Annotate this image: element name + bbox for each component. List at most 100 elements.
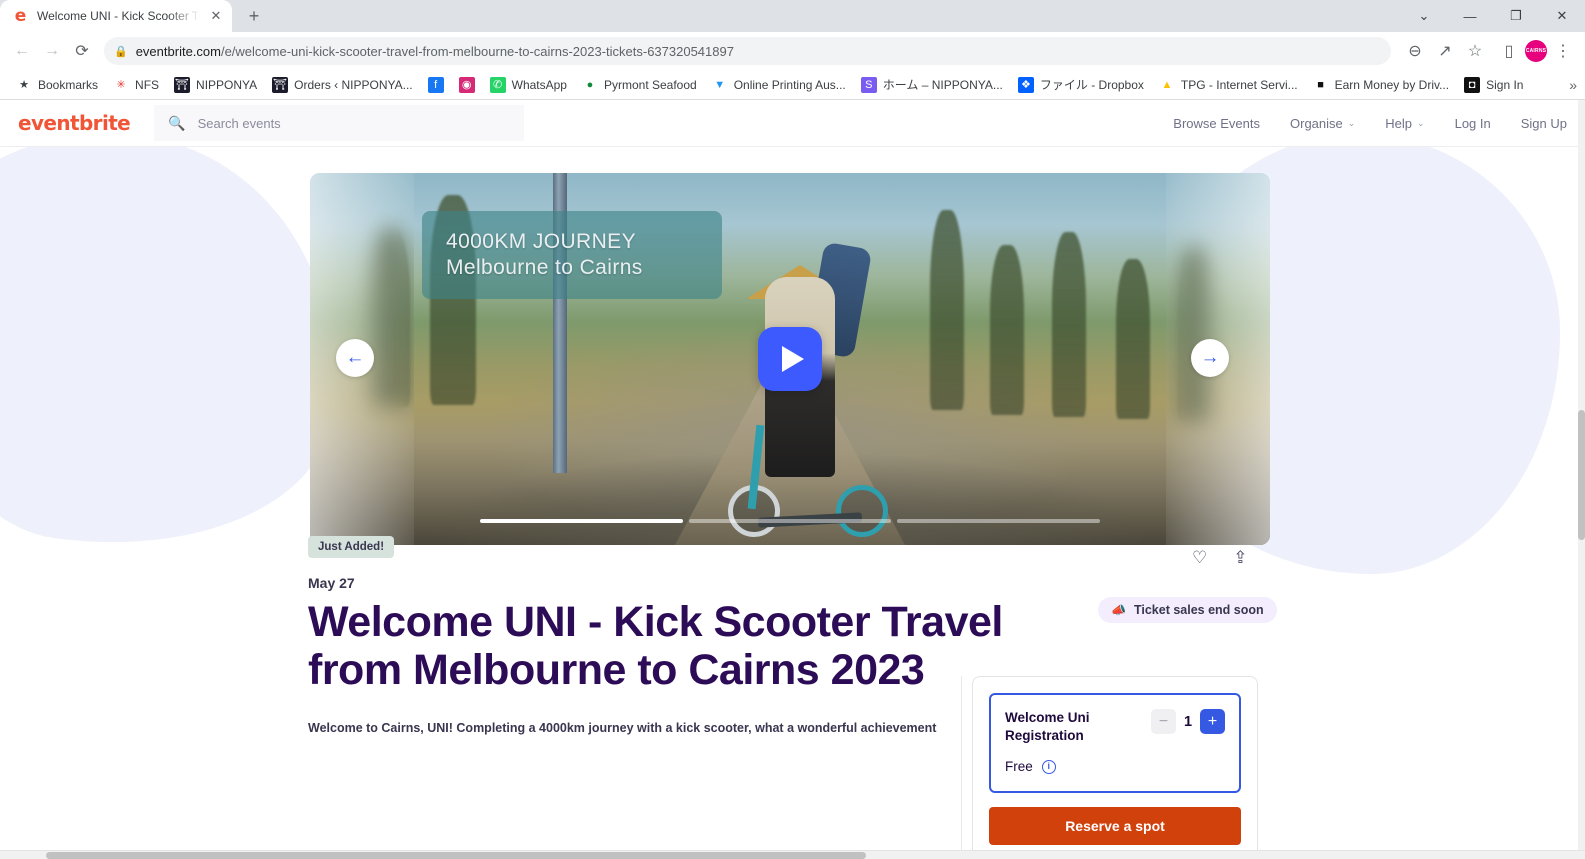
chrome-menu-icon[interactable]: ⋮	[1549, 37, 1577, 65]
bookmark-item[interactable]: ■ Earn Money by Driv...	[1307, 73, 1455, 97]
ticket-tier-top-row: Welcome Uni Registration − 1 +	[1005, 709, 1225, 745]
search-events-box[interactable]: 🔍	[154, 105, 525, 141]
nav-item-label: Log In	[1454, 115, 1491, 131]
ticket-tier-card[interactable]: Welcome Uni Registration − 1 + Free i	[989, 693, 1241, 793]
close-window-button[interactable]: ✕	[1539, 0, 1585, 32]
bookmark-label: Bookmarks	[38, 77, 99, 92]
event-info: Just Added! May 27 Welcome UNI - Kick Sc…	[308, 536, 1008, 735]
nav-item[interactable]: Organise ⌄	[1290, 116, 1355, 131]
page-content: eventbrite 🔍 Browse Events Organise ⌄ Help ⌄…	[0, 100, 1585, 859]
bookmarks-bar: ★ Bookmarks ✳ NFS ⛩ NIPPONYA ⛩ Orders ‹ NIPPONY…	[0, 70, 1585, 100]
event-summary: Welcome to Cairns, UNI! Completing a 400…	[308, 721, 937, 736]
video-progress-segment[interactable]	[480, 519, 683, 523]
horizontal-scrollbar-thumb[interactable]	[46, 852, 866, 859]
search-icon: 🔍	[168, 114, 186, 131]
bookmark-item[interactable]: ✳ NFS	[107, 73, 165, 97]
site-header: eventbrite 🔍 Browse Events Organise ⌄ Help ⌄…	[0, 100, 1585, 147]
vertical-scrollbar-thumb[interactable]	[1578, 410, 1585, 540]
bookmark-item[interactable]: ✆ WhatsApp	[484, 73, 573, 97]
tab-strip: e Welcome UNI - Kick Scooter Trav ✕ + ⌄ …	[0, 0, 1585, 32]
eventbrite-logo[interactable]: eventbrite	[18, 111, 131, 135]
ticket-panel: Welcome Uni Registration − 1 + Free i Re…	[972, 676, 1258, 859]
nav-item[interactable]: Log In	[1455, 116, 1491, 131]
bookmark-star-icon[interactable]: ☆	[1461, 37, 1489, 65]
url-domain: eventbrite.com	[135, 43, 221, 59]
bookmark-item[interactable]: ⛩ Orders ‹ NIPPONYA...	[266, 73, 418, 97]
tab-search-icon[interactable]: ⌄	[1401, 0, 1447, 32]
search-input[interactable]	[197, 115, 511, 131]
bookmark-item[interactable]: f	[422, 73, 450, 97]
bookmark-favicon-icon: ❖	[1017, 76, 1034, 93]
bookmark-favicon-icon: f	[427, 76, 444, 93]
back-icon[interactable]: ←	[8, 37, 36, 65]
bookmark-label: Online Printing Aus...	[733, 77, 846, 92]
video-progress-segment[interactable]	[897, 519, 1101, 523]
bookmark-item[interactable]: ▲ TPG - Internet Servi...	[1153, 73, 1304, 97]
decrease-quantity-button[interactable]: −	[1151, 709, 1176, 734]
new-tab-button[interactable]: +	[240, 2, 268, 30]
bookmark-label: Earn Money by Driv...	[1334, 77, 1450, 92]
bookmark-label: Sign In	[1486, 77, 1524, 92]
bookmark-label: NIPPONYA	[196, 77, 258, 92]
vertical-scrollbar[interactable]	[1578, 100, 1585, 859]
nav-item[interactable]: Browse Events	[1173, 116, 1260, 131]
ticket-price-row: Free i	[1005, 759, 1225, 774]
bookmark-label: Orders ‹ NIPPONYA...	[294, 77, 413, 92]
bookmark-item[interactable]: ● Pyrmont Seafood	[576, 73, 703, 97]
reserve-a-spot-button[interactable]: Reserve a spot	[989, 807, 1241, 845]
ticket-sales-notice: 📣 Ticket sales end soon	[1098, 597, 1277, 623]
like-heart-icon[interactable]: ♡	[1192, 548, 1207, 568]
bookmark-item[interactable]: ⛩ NIPPONYA	[168, 73, 263, 97]
info-icon[interactable]: i	[1041, 759, 1056, 774]
browser-toolbar: ← → ⟳ 🔒 eventbrite.com/e/welcome-uni-kic…	[0, 32, 1585, 70]
bookmark-favicon-icon: ▲	[1161, 78, 1173, 91]
hero-media[interactable]: 4000KM JOURNEY Melbourne to Cairns	[310, 173, 1270, 545]
nav-item[interactable]: Sign Up	[1521, 116, 1567, 131]
carousel-next-arrow-icon[interactable]: →	[1191, 339, 1229, 377]
increase-quantity-button[interactable]: +	[1200, 709, 1225, 734]
bookmark-label: ファイル - Dropbox	[1039, 78, 1144, 92]
nav-item-label: Help	[1385, 115, 1413, 131]
profile-avatar[interactable]: CAIRNS	[1525, 40, 1547, 62]
forward-icon[interactable]: →	[38, 37, 66, 65]
bookmark-label: Pyrmont Seafood	[603, 77, 697, 92]
zoom-out-icon[interactable]: ⊖	[1401, 37, 1429, 65]
bookmark-item[interactable]: S ホーム – NIPPONYA...	[855, 72, 1009, 97]
nav-item-label: Browse Events	[1173, 115, 1260, 131]
bookmark-item[interactable]: ❖ ファイル - Dropbox	[1012, 72, 1150, 97]
chevron-down-icon: ⌄	[1417, 117, 1425, 128]
ticket-price: Free	[1005, 759, 1033, 775]
ticket-tier-name: Welcome Uni Registration	[1005, 710, 1090, 744]
quantity-value: 1	[1183, 713, 1193, 730]
side-panel-icon[interactable]: ▯	[1495, 37, 1523, 65]
page-title: Welcome UNI - Kick Scooter Travel from M…	[308, 598, 1003, 694]
video-progress-bar[interactable]	[480, 519, 1101, 523]
share-icon[interactable]: ⇪	[1233, 548, 1247, 568]
bookmarks-overflow-icon[interactable]: »	[1569, 77, 1577, 93]
maximize-button[interactable]: ❐	[1493, 0, 1539, 32]
bookmark-item[interactable]: ◉	[453, 73, 481, 97]
bookmark-favicon-icon: ⛩	[174, 76, 191, 93]
bookmark-item[interactable]: ◘ Sign In	[1458, 73, 1529, 97]
nav-item[interactable]: Help ⌄	[1385, 116, 1424, 131]
bookmark-favicon-icon: ◘	[1464, 76, 1481, 93]
play-video-button[interactable]	[758, 327, 822, 391]
close-tab-icon[interactable]: ✕	[208, 8, 224, 24]
nav-item-label: Organise	[1290, 115, 1343, 131]
share-page-icon[interactable]: ↗	[1431, 37, 1459, 65]
bookmark-item[interactable]: ▼ Online Printing Aus...	[706, 73, 852, 97]
eventbrite-favicon-icon: e	[14, 5, 27, 26]
browser-tab[interactable]: e Welcome UNI - Kick Scooter Trav ✕	[0, 0, 232, 32]
minimize-button[interactable]: —	[1447, 0, 1493, 32]
reload-icon[interactable]: ⟳	[68, 37, 96, 65]
carousel-prev-arrow-icon[interactable]: ←	[336, 339, 374, 377]
address-bar[interactable]: 🔒 eventbrite.com/e/welcome-uni-kick-scoo…	[104, 37, 1391, 65]
site-nav: Browse Events Organise ⌄ Help ⌄ Log In Sign Up	[1173, 116, 1567, 131]
bookmark-label: WhatsApp	[511, 77, 567, 92]
nav-item-label: Sign Up	[1520, 115, 1567, 131]
event-date: May 27	[308, 575, 355, 591]
video-progress-segment[interactable]	[688, 519, 892, 523]
horizontal-scrollbar[interactable]	[0, 850, 1585, 859]
bookmark-item[interactable]: ★ Bookmarks	[10, 73, 104, 97]
bookmark-label: ホーム – NIPPONYA...	[882, 78, 1003, 92]
